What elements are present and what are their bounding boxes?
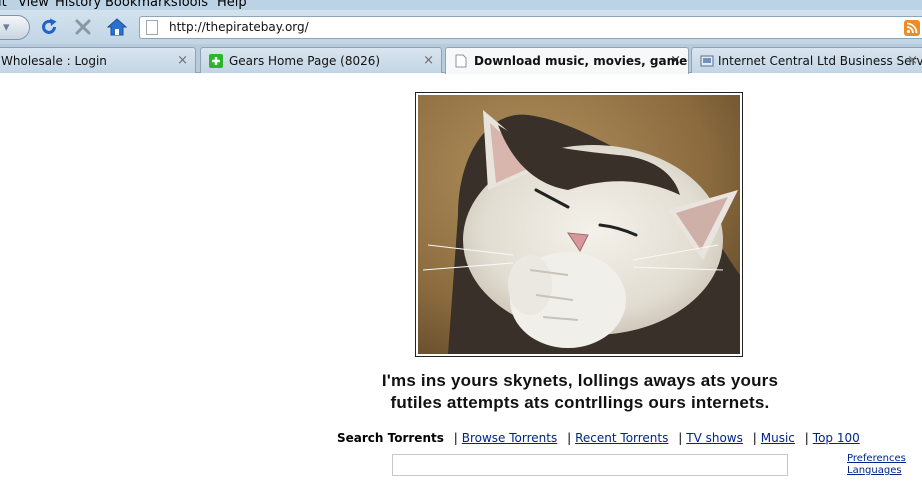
stop-icon [75,19,91,35]
languages-link[interactable]: Languages [847,465,917,477]
caption-line-1: I'ms ins yours skynets, lollings aways a… [381,371,779,390]
tab-internet-central[interactable]: Internet Central Ltd Business Servic... … [691,47,922,73]
stop-button[interactable] [70,15,96,39]
nav-separator: | [567,431,572,445]
nav-separator: | [804,431,809,445]
menu-item-edit[interactable]: it [0,0,7,10]
tab-label: Download music, movies, games,... [474,54,689,68]
menu-item-view[interactable]: View [18,0,49,10]
reload-button[interactable] [36,15,62,39]
tab-wholesale-login[interactable]: Wholesale : Login × [0,47,196,73]
tab-close-icon[interactable]: × [670,53,681,68]
tab-label: Gears Home Page (8026) [229,54,381,68]
nav-separator: | [678,431,683,445]
caption-line-2: futiles attempts ats contrllings ours in… [390,393,770,412]
menu-item-history[interactable]: History [55,0,101,10]
gears-plus-icon [209,54,223,68]
tab-label: Wholesale : Login [1,54,107,68]
recent-torrents-link[interactable]: Recent Torrents [575,431,668,445]
home-icon [107,18,127,36]
page-icon [454,54,468,68]
menu-item-help[interactable]: Help [217,0,247,10]
tab-label: Internet Central Ltd Business Servic... [718,54,922,68]
image-caption: I'ms ins yours skynets, lollings aways a… [340,370,820,414]
page-icon [146,20,158,35]
page-content: I'ms ins yours skynets, lollings aways a… [0,74,922,482]
tab-strip: Wholesale : Login × Gears Home Page (802… [0,44,922,74]
search-nav-links: Search Torrents | Browse Torrents | Recent… [337,431,897,449]
cat-image [415,92,743,357]
preferences-link[interactable]: Preferences [847,453,917,465]
browse-torrents-link[interactable]: Browse Torrents [462,431,557,445]
tab-download-music[interactable]: Download music, movies, games,... × [445,47,689,74]
search-torrents-label: Search Torrents [337,431,444,445]
nav-separator: | [453,431,458,445]
address-bar-url[interactable]: http://thepiratebay.org/ [169,20,309,34]
nav-separator: | [752,431,757,445]
tab-close-icon[interactable]: × [907,53,918,68]
home-button[interactable] [104,15,130,39]
side-links: Preferences Languages [847,453,917,477]
dropdown-arrow-icon[interactable]: ▾ [3,20,10,35]
reload-icon [42,18,57,34]
menu-item-bookmarks[interactable]: Bookmarks [105,0,178,10]
navigation-toolbar: ▾ http://thepiratebay.org/ [0,10,922,44]
back-forward-button[interactable]: ▾ [0,15,30,40]
tab-gears-home[interactable]: Gears Home Page (8026) × [200,47,442,73]
top-100-link[interactable]: Top 100 [813,431,860,445]
address-bar[interactable]: http://thepiratebay.org/ [139,16,922,39]
rss-feed-icon[interactable] [904,20,920,36]
search-input[interactable] [392,454,788,476]
tv-shows-link[interactable]: TV shows [686,431,743,445]
music-link[interactable]: Music [761,431,795,445]
rss-glyph-icon [906,22,918,34]
laughing-cat-picture [418,95,740,354]
site-favicon-icon [700,54,714,68]
menu-item-tools[interactable]: Tools [176,0,208,10]
menu-bar: it View History Bookmarks Tools Help [0,0,922,10]
tab-close-icon[interactable]: × [177,53,188,68]
tab-close-icon[interactable]: × [423,53,434,68]
